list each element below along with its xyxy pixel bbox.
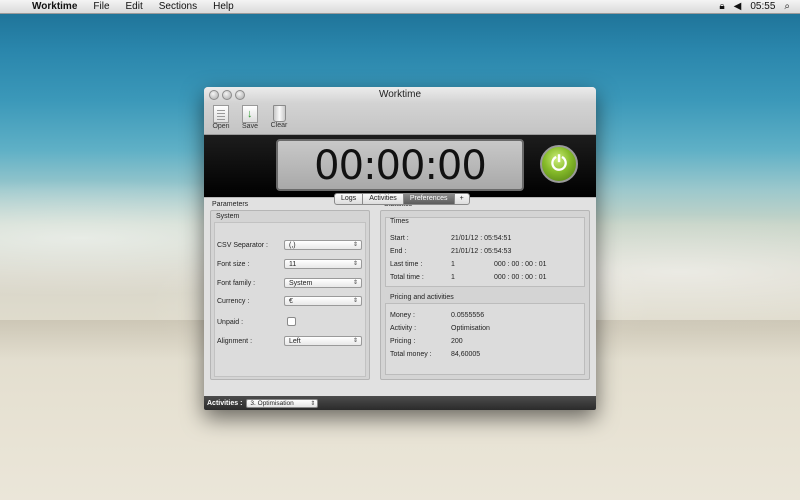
system-group: System CSV Separator : (,) Font size : 1… bbox=[210, 210, 370, 380]
menubar-status-area: 🔒︎ ◀ 05:55 ⌕ bbox=[719, 1, 800, 12]
pricing-value: 200 bbox=[451, 338, 463, 345]
times-title: Times bbox=[390, 218, 409, 225]
open-button[interactable]: Open bbox=[209, 105, 233, 130]
window-titlebar[interactable]: Worktime bbox=[204, 87, 596, 103]
search-icon[interactable]: ⌕ bbox=[784, 1, 790, 12]
save-button[interactable]: Save bbox=[238, 105, 262, 130]
save-icon bbox=[242, 105, 258, 123]
menu-edit[interactable]: Edit bbox=[118, 1, 151, 12]
document-icon bbox=[213, 105, 229, 123]
font-size-label: Font size : bbox=[217, 261, 250, 268]
end-label: End : bbox=[390, 248, 407, 255]
system-group-title: System bbox=[216, 213, 240, 220]
window-controls bbox=[209, 90, 245, 100]
alignment-label: Alignment : bbox=[217, 338, 253, 345]
clear-button[interactable]: Clear bbox=[267, 105, 291, 129]
start-label: Start : bbox=[390, 235, 409, 242]
menu-sections[interactable]: Sections bbox=[151, 1, 205, 12]
clock[interactable]: 05:55 bbox=[750, 1, 775, 12]
currency-select[interactable]: € bbox=[284, 296, 362, 306]
unpaid-checkbox[interactable] bbox=[287, 317, 296, 326]
power-button[interactable]: ⏻ bbox=[540, 145, 578, 183]
alignment-select[interactable]: Left bbox=[284, 336, 362, 346]
money-label: Money : bbox=[390, 312, 415, 319]
activity-value: Optimisation bbox=[451, 325, 490, 332]
tab-logs[interactable]: Logs bbox=[335, 194, 364, 204]
pricing-label: Pricing : bbox=[390, 338, 416, 345]
power-icon: ⏻ bbox=[551, 152, 567, 175]
last-time-value: 000 : 00 : 00 : 01 bbox=[494, 261, 547, 268]
menu-app-name[interactable]: Worktime bbox=[28, 1, 85, 12]
menu-bar: Worktime File Edit Sections Help 🔒︎ ◀ 05… bbox=[0, 0, 800, 14]
tab-activities[interactable]: Activities bbox=[363, 194, 404, 204]
trash-icon bbox=[272, 105, 286, 122]
last-time-label: Last time : bbox=[390, 261, 423, 268]
total-money-value: 84,60005 bbox=[451, 351, 481, 358]
activities-label: Activities : bbox=[207, 399, 243, 407]
tab-add[interactable]: + bbox=[455, 194, 469, 204]
tab-preferences[interactable]: Preferences bbox=[403, 194, 455, 204]
parameters-title: Parameters bbox=[212, 201, 249, 208]
total-time-count: 1 bbox=[451, 274, 455, 281]
csv-separator-label: CSV Separator : bbox=[217, 242, 268, 249]
pricing-title: Pricing and activities bbox=[390, 294, 454, 301]
end-value: 21/01/12 : 05:54:53 bbox=[451, 248, 512, 255]
worktime-window: Worktime Open Save Clear 00:00:00 ⏻ Para… bbox=[204, 87, 596, 410]
save-label: Save bbox=[242, 123, 258, 130]
start-value: 21/01/12 : 05:54:51 bbox=[451, 235, 512, 242]
toolbar: Open Save Clear bbox=[204, 103, 596, 135]
clear-label: Clear bbox=[270, 122, 288, 129]
total-money-label: Total money : bbox=[390, 351, 432, 358]
unpaid-label: Unpaid : bbox=[217, 319, 244, 326]
speaker-icon[interactable]: ◀ bbox=[734, 1, 742, 12]
last-time-count: 1 bbox=[451, 261, 455, 268]
menu-help[interactable]: Help bbox=[205, 1, 242, 12]
total-time-value: 000 : 00 : 00 : 01 bbox=[494, 274, 547, 281]
section-tabs: Logs Activities Preferences + bbox=[334, 193, 470, 205]
money-value: 0.0555556 bbox=[451, 312, 485, 319]
zoom-button[interactable] bbox=[235, 90, 245, 100]
close-button[interactable] bbox=[209, 90, 219, 100]
currency-label: Currency : bbox=[217, 298, 250, 305]
timer-display: 00:00:00 bbox=[276, 139, 524, 191]
minimize-button[interactable] bbox=[222, 90, 232, 100]
open-label: Open bbox=[212, 123, 230, 130]
activity-select[interactable]: 3. Optimisation bbox=[246, 398, 319, 408]
preferences-content: Parameters System CSV Separator : (,) Fo… bbox=[204, 197, 596, 396]
window-title: Worktime bbox=[378, 89, 422, 100]
activity-label: Activity : bbox=[390, 325, 417, 332]
timer-band: 00:00:00 ⏻ bbox=[204, 135, 596, 197]
font-family-select[interactable]: System bbox=[284, 278, 362, 288]
statistics-group: Times Start : 21/01/12 : 05:54:51 End : … bbox=[380, 210, 590, 380]
font-size-select[interactable]: 11 bbox=[284, 259, 362, 269]
font-family-label: Font family : bbox=[217, 280, 256, 287]
lock-icon[interactable]: 🔒︎ bbox=[719, 1, 724, 12]
csv-separator-select[interactable]: (,) bbox=[284, 240, 362, 250]
bottom-bar: Activities : 3. Optimisation bbox=[204, 396, 596, 410]
total-time-label: Total time : bbox=[390, 274, 424, 281]
menu-file[interactable]: File bbox=[85, 1, 117, 12]
